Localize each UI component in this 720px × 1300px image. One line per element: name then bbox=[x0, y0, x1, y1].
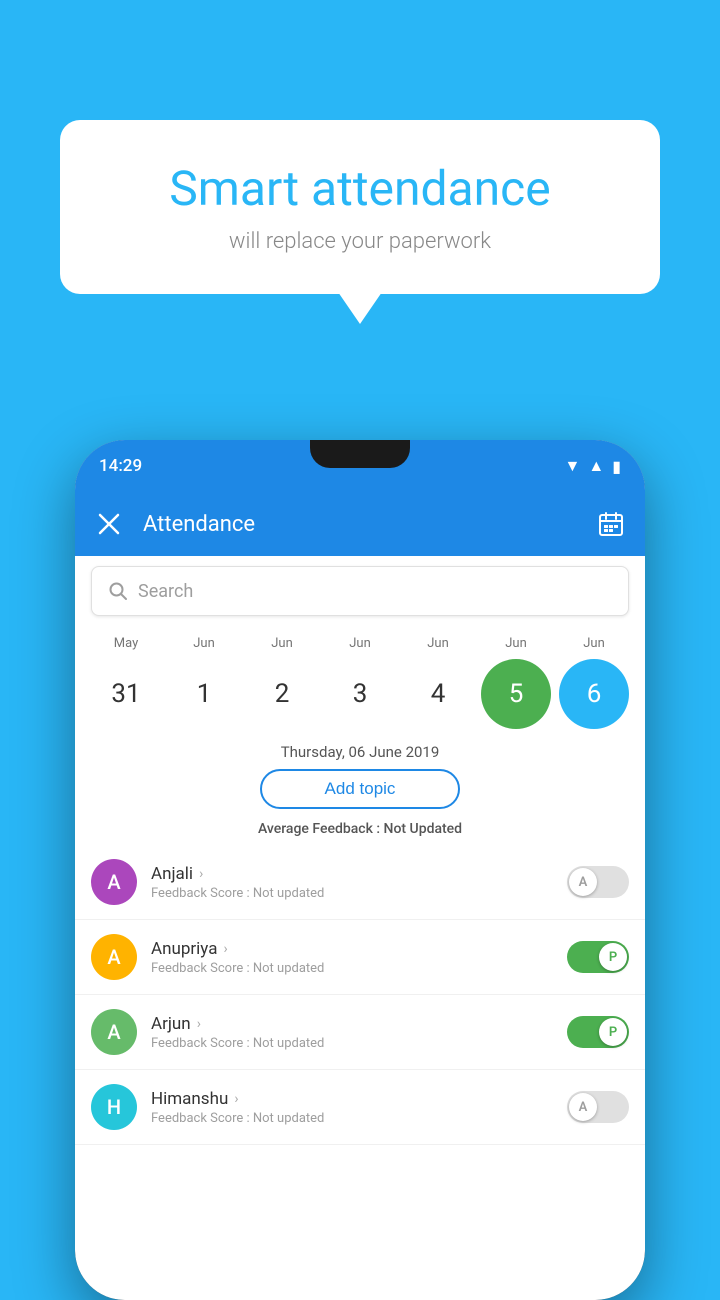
avatar-2: A bbox=[91, 1009, 137, 1055]
calendar-strip: May Jun Jun Jun Jun Jun Jun 31 1 2 3 4 5… bbox=[75, 626, 645, 733]
speech-bubble: Smart attendance will replace your paper… bbox=[60, 120, 660, 294]
student-name-3: Himanshu › bbox=[151, 1089, 567, 1109]
search-bar[interactable]: Search bbox=[91, 566, 629, 616]
cal-day-4[interactable]: 4 bbox=[403, 659, 473, 729]
student-item-1[interactable]: A Anupriya › Feedback Score : Not update… bbox=[75, 920, 645, 995]
cal-month-3: Jun bbox=[325, 636, 395, 651]
calendar-days: 31 1 2 3 4 5 6 bbox=[83, 655, 637, 733]
phone-screen: 14:29 ▼ ▲ ▮ Attendance bbox=[75, 440, 645, 1300]
signal-icon: ▲ bbox=[588, 456, 604, 476]
cal-month-1: Jun bbox=[169, 636, 239, 651]
student-name-2: Arjun › bbox=[151, 1014, 567, 1034]
phone-mockup: 14:29 ▼ ▲ ▮ Attendance bbox=[75, 440, 645, 1300]
student-info-3: Himanshu › Feedback Score : Not updated bbox=[151, 1089, 567, 1126]
attendance-toggle-1[interactable]: P bbox=[567, 941, 629, 973]
toggle-knob-1: P bbox=[599, 943, 627, 971]
bubble-title: Smart attendance bbox=[110, 160, 610, 217]
student-item-3[interactable]: H Himanshu › Feedback Score : Not update… bbox=[75, 1070, 645, 1145]
attendance-toggle-2[interactable]: P bbox=[567, 1016, 629, 1048]
chevron-icon-2: › bbox=[197, 1016, 201, 1032]
cal-day-31[interactable]: 31 bbox=[91, 659, 161, 729]
student-feedback-1: Feedback Score : Not updated bbox=[151, 961, 567, 976]
avg-feedback-value: Not Updated bbox=[384, 821, 463, 837]
cal-day-5[interactable]: 5 bbox=[481, 659, 551, 729]
student-feedback-3: Feedback Score : Not updated bbox=[151, 1111, 567, 1126]
calendar-months: May Jun Jun Jun Jun Jun Jun bbox=[83, 636, 637, 655]
wifi-icon: ▼ bbox=[565, 456, 581, 476]
calendar-button[interactable] bbox=[593, 506, 629, 542]
date-label: Thursday, 06 June 2019 bbox=[75, 733, 645, 769]
search-placeholder: Search bbox=[138, 581, 193, 602]
cal-day-3[interactable]: 3 bbox=[325, 659, 395, 729]
status-icons: ▼ ▲ ▮ bbox=[565, 456, 622, 476]
student-info-2: Arjun › Feedback Score : Not updated bbox=[151, 1014, 567, 1051]
student-name-0: Anjali › bbox=[151, 864, 567, 884]
toggle-knob-3: A bbox=[569, 1093, 597, 1121]
app-bar: Attendance bbox=[75, 492, 645, 556]
speech-bubble-container: Smart attendance will replace your paper… bbox=[60, 120, 660, 294]
avg-feedback: Average Feedback : Not Updated bbox=[75, 821, 645, 837]
cal-month-2: Jun bbox=[247, 636, 317, 651]
cal-day-6[interactable]: 6 bbox=[559, 659, 629, 729]
student-info-0: Anjali › Feedback Score : Not updated bbox=[151, 864, 567, 901]
avg-feedback-label: Average Feedback : bbox=[258, 821, 384, 837]
close-button[interactable] bbox=[91, 506, 127, 542]
student-list: A Anjali › Feedback Score : Not updated … bbox=[75, 845, 645, 1145]
add-topic-button[interactable]: Add topic bbox=[260, 769, 460, 809]
student-feedback-0: Feedback Score : Not updated bbox=[151, 886, 567, 901]
student-item-2[interactable]: A Arjun › Feedback Score : Not updated P bbox=[75, 995, 645, 1070]
app-bar-title: Attendance bbox=[143, 512, 593, 537]
cal-day-2[interactable]: 2 bbox=[247, 659, 317, 729]
student-item-0[interactable]: A Anjali › Feedback Score : Not updated … bbox=[75, 845, 645, 920]
notch bbox=[310, 440, 410, 468]
attendance-toggle-3[interactable]: A bbox=[567, 1091, 629, 1123]
bubble-subtitle: will replace your paperwork bbox=[110, 229, 610, 254]
chevron-icon-3: › bbox=[234, 1091, 238, 1107]
student-feedback-2: Feedback Score : Not updated bbox=[151, 1036, 567, 1051]
student-name-1: Anupriya › bbox=[151, 939, 567, 959]
search-icon bbox=[108, 581, 128, 601]
attendance-toggle-0[interactable]: A bbox=[567, 866, 629, 898]
toggle-knob-2: P bbox=[599, 1018, 627, 1046]
cal-day-1[interactable]: 1 bbox=[169, 659, 239, 729]
toggle-knob-0: A bbox=[569, 868, 597, 896]
cal-month-6: Jun bbox=[559, 636, 629, 651]
avatar-1: A bbox=[91, 934, 137, 980]
cal-month-0: May bbox=[91, 636, 161, 651]
cal-month-4: Jun bbox=[403, 636, 473, 651]
cal-month-5: Jun bbox=[481, 636, 551, 651]
chevron-icon-1: › bbox=[223, 941, 227, 957]
chevron-icon-0: › bbox=[199, 866, 203, 882]
battery-icon: ▮ bbox=[612, 457, 621, 476]
status-bar: 14:29 ▼ ▲ ▮ bbox=[75, 440, 645, 492]
avatar-0: A bbox=[91, 859, 137, 905]
avatar-3: H bbox=[91, 1084, 137, 1130]
status-time: 14:29 bbox=[99, 456, 142, 476]
student-info-1: Anupriya › Feedback Score : Not updated bbox=[151, 939, 567, 976]
